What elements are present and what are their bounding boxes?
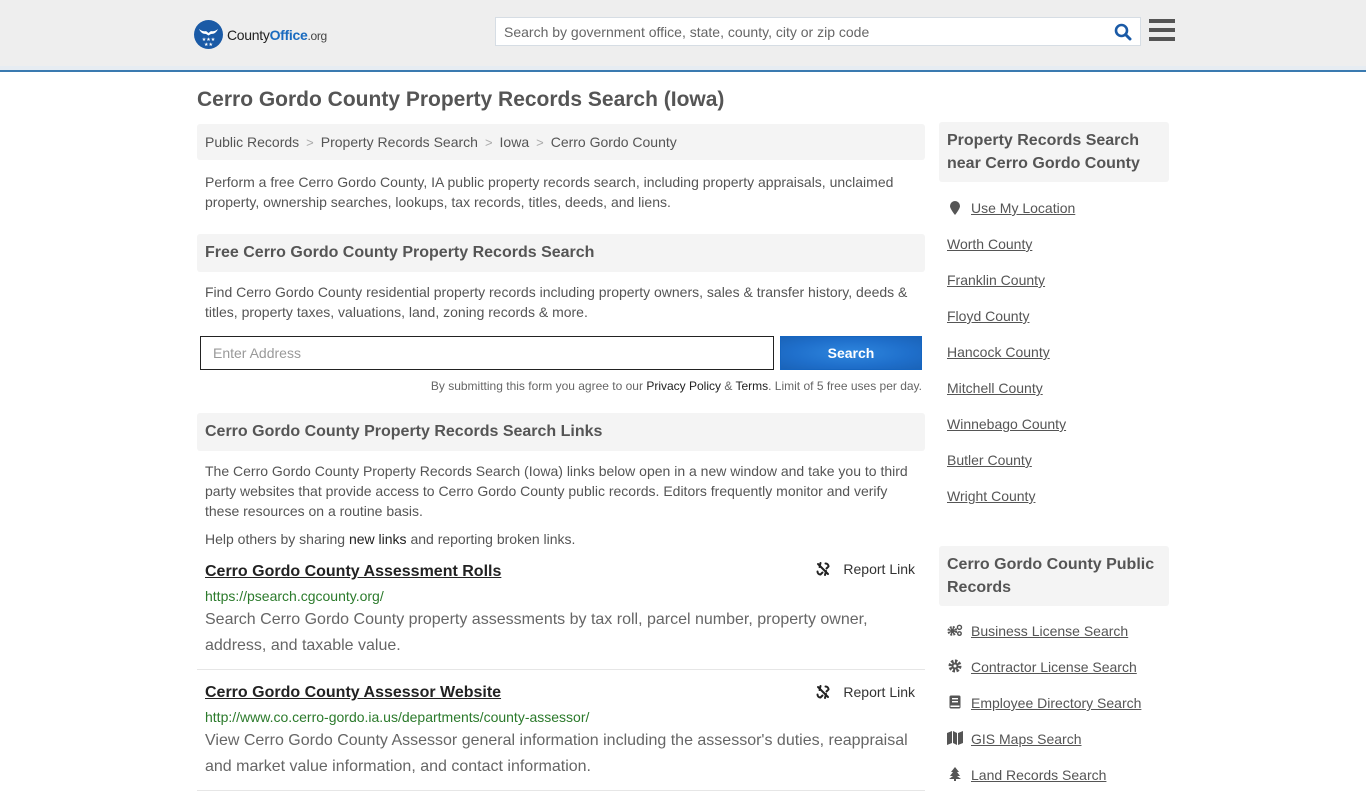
report-link-label: Report Link [843,684,915,700]
nearby-county-link[interactable]: Mitchell County [947,380,1043,396]
report-link-button[interactable]: Report Link [815,684,915,700]
header-search-input[interactable] [496,18,1106,45]
broken-link-icon [816,562,830,576]
nearby-county-item: Wright County [947,488,1161,524]
nearby-county-link[interactable]: Winnebago County [947,416,1066,432]
public-records-heading: Cerro Gordo County Public Records [939,546,1169,606]
public-record-item: Business License Search [947,623,1161,659]
hamburger-menu-icon[interactable] [1149,19,1175,43]
links-section: Cerro Gordo County Property Records Sear… [197,413,925,791]
report-link-button[interactable]: Report Link [815,561,915,577]
disclaimer-prefix: By submitting this form you agree to our [430,379,647,393]
cogs-icon [947,623,963,637]
breadcrumb-separator: > [484,134,493,150]
breadcrumb: Public Records > Property Records Search… [197,124,925,160]
nearby-county-item: Floyd County [947,308,1161,344]
free-search-section: Free Cerro Gordo County Property Records… [197,234,925,393]
nearby-county-link[interactable]: Franklin County [947,272,1045,288]
public-records-list: Business License Search Contractor Licen… [939,606,1169,803]
public-record-link[interactable]: GIS Maps Search [971,731,1082,747]
breadcrumb-separator: > [536,134,544,150]
disclaimer-suffix: . Limit of 5 free uses per day. [768,379,922,393]
map-marker-icon [947,200,963,216]
nearby-county-link[interactable]: Butler County [947,452,1032,468]
disclaimer-amp: & [721,379,736,393]
links-heading: Cerro Gordo County Property Records Sear… [197,413,925,451]
links-text: The Cerro Gordo County Property Records … [205,463,908,519]
help-prefix: Help others by sharing [205,531,349,547]
svg-text:★★: ★★ [204,42,213,48]
help-text: Help others by sharing new links and rep… [197,521,925,547]
public-record-item: Employee Directory Search [947,695,1161,731]
address-input[interactable] [200,336,774,370]
link-description: View Cerro Gordo County Assessor general… [205,732,908,775]
search-icon[interactable] [1106,18,1140,45]
nearby-county-link[interactable]: Floyd County [947,308,1029,324]
page-title: Cerro Gordo County Property Records Sear… [197,88,725,111]
link-item: Cerro Gordo County Assessment Rolls Repo… [197,547,925,670]
link-url: http://www.co.cerro-gordo.ia.us/departme… [205,709,590,725]
breadcrumb-separator: > [306,134,314,150]
link-title[interactable]: Cerro Gordo County Assessor Website [205,684,501,702]
main-content: Public Records > Property Records Search… [197,124,925,791]
broken-link-icon [816,685,830,699]
public-record-link[interactable]: Contractor License Search [971,659,1137,675]
nearby-county-item: Worth County [947,236,1161,272]
nearby-county-item: Winnebago County [947,416,1161,452]
nearby-county-item: Franklin County [947,272,1161,308]
intro-text: Perform a free Cerro Gordo County, IA pu… [205,174,894,210]
public-record-link[interactable]: Land Records Search [971,767,1106,783]
breadcrumb-property-records-search[interactable]: Property Records Search [321,134,478,150]
new-links-link[interactable]: new links [349,531,407,547]
public-record-item: Land Records Search [947,767,1161,803]
privacy-policy-link[interactable]: Privacy Policy [646,379,721,393]
terms-link[interactable]: Terms [735,379,768,393]
logo-eagle-icon: ★★★ ★★ [194,20,223,49]
nearby-heading: Property Records Search near Cerro Gordo… [939,122,1169,182]
nearby-county-link[interactable]: Hancock County [947,344,1050,360]
free-search-heading: Free Cerro Gordo County Property Records… [197,234,925,272]
link-title[interactable]: Cerro Gordo County Assessment Rolls [205,563,501,581]
form-disclaimer: By submitting this form you agree to our… [197,379,925,393]
nearby-county-item: Hancock County [947,344,1161,380]
breadcrumb-public-records[interactable]: Public Records [205,134,299,150]
header-search [495,17,1141,46]
link-description: Search Cerro Gordo County property asses… [205,611,868,654]
nearby-list: Use My Location Worth County Franklin Co… [939,182,1169,524]
use-my-location-link[interactable]: Use My Location [971,200,1075,216]
sidebar: Property Records Search near Cerro Gordo… [939,122,1169,803]
nearby-county-item: Butler County [947,452,1161,488]
nearby-county-item: Mitchell County [947,380,1161,416]
logo-text: CountyOffice.org [227,26,327,43]
public-record-item: GIS Maps Search [947,731,1161,767]
tree-icon [947,767,963,781]
logo[interactable]: ★★★ ★★ CountyOffice.org [194,20,327,49]
map-icon [947,731,963,745]
public-record-link[interactable]: Employee Directory Search [971,695,1141,711]
report-link-label: Report Link [843,561,915,577]
link-url: https://psearch.cgcounty.org/ [205,588,384,604]
gear-icon [947,659,963,673]
help-suffix: and reporting broken links. [406,531,576,547]
book-icon [947,695,963,709]
use-my-location-item: Use My Location [947,200,1161,236]
link-item: Cerro Gordo County Assessor Website Repo… [197,670,925,791]
breadcrumb-cerro-gordo-county[interactable]: Cerro Gordo County [551,134,677,150]
address-search-form: Search [197,336,925,370]
nearby-county-link[interactable]: Wright County [947,488,1035,504]
free-search-text: Find Cerro Gordo County residential prop… [205,284,908,320]
nearby-county-link[interactable]: Worth County [947,236,1032,252]
public-record-item: Contractor License Search [947,659,1161,695]
public-record-link[interactable]: Business License Search [971,623,1128,639]
breadcrumb-iowa[interactable]: Iowa [500,134,530,150]
site-header: ★★★ ★★ CountyOffice.org [0,0,1366,72]
address-search-button[interactable]: Search [780,336,922,370]
